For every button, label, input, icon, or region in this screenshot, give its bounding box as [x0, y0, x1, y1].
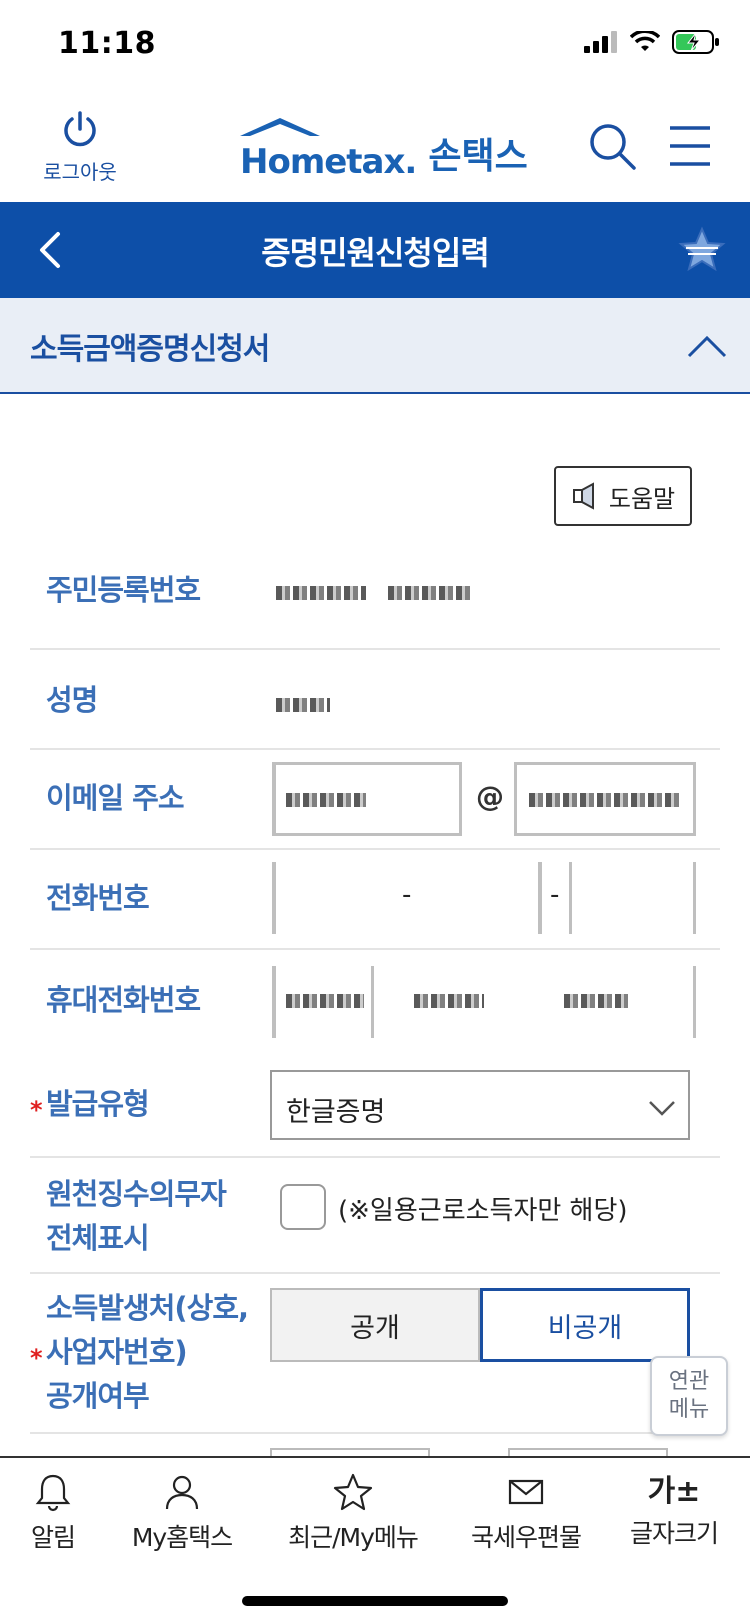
email-at-sign: @	[476, 780, 504, 813]
resident-number-value	[276, 578, 470, 606]
bottom-nav: 알림 My홈택스 최근/My메뉴 국세우편물 가± 글자크기	[0, 1456, 750, 1624]
label-withholding-2: 전체표시	[46, 1221, 150, 1255]
mobile-prefix-input[interactable]	[272, 966, 374, 1038]
required-mark: *	[30, 1344, 43, 1372]
bell-icon	[35, 1474, 71, 1512]
section-header[interactable]: 소득금액증명신청서	[0, 298, 750, 394]
label-email: 이메일 주소	[46, 781, 184, 815]
related-menu-line2: 메뉴	[668, 1397, 710, 1422]
nav-my-hometax-label: My홈택스	[131, 1523, 233, 1552]
label-name: 성명	[46, 683, 98, 717]
disclosure-private-button[interactable]: 비공개	[480, 1288, 690, 1362]
nav-recent-my-menu[interactable]: 최근/My메뉴	[282, 1472, 424, 1554]
home-indicator	[242, 1596, 508, 1606]
status-bar: 11:18	[0, 0, 750, 92]
withholding-note[interactable]: (※일용근로소득자만 해당)	[338, 1190, 628, 1227]
logo-ko-text: 손택스	[428, 136, 528, 177]
label-mobile: 휴대전화번호	[46, 983, 201, 1017]
row-resident-number: 주민등록번호	[30, 548, 720, 650]
nav-tax-mail[interactable]: 국세우편물	[464, 1472, 588, 1554]
logo-text: Hometax.	[240, 142, 417, 182]
signal-icon	[584, 31, 617, 53]
label-withholding-1: 원천징수의무자	[46, 1177, 227, 1211]
favorite-button[interactable]	[678, 226, 726, 274]
status-icons	[584, 30, 720, 54]
mobile-last-input[interactable]	[534, 966, 696, 1038]
row-withholding: 원천징수의무자 전체표시 (※일용근로소득자만 해당)	[30, 1158, 720, 1274]
nav-alerts-label: 알림	[30, 1523, 76, 1552]
phone-last-input[interactable]	[572, 862, 696, 934]
house-roof-icon	[240, 118, 320, 136]
nav-font-size[interactable]: 가± 글자크기	[624, 1472, 724, 1550]
hamburger-icon	[670, 126, 710, 166]
battery-charging-icon	[672, 30, 719, 54]
nav-alerts[interactable]: 알림	[18, 1472, 88, 1554]
search-button[interactable]	[588, 122, 638, 172]
search-icon	[590, 124, 636, 170]
help-button[interactable]: 도움말	[554, 466, 692, 526]
email-domain-input[interactable]	[514, 762, 696, 836]
logout-button[interactable]: 로그아웃	[30, 110, 130, 185]
certificate-form: 주민등록번호 성명 이메일 주소 @ 전화번호 - - 휴대전화번호 * 발급유…	[30, 548, 720, 1478]
row-issue-type: * 발급유형 한글증명	[30, 1060, 720, 1158]
label-resident-number: 주민등록번호	[46, 573, 201, 607]
row-mobile: 휴대전화번호	[30, 950, 720, 1060]
collapse-button[interactable]	[686, 324, 728, 368]
label-disclosure-3: 공개여부	[46, 1379, 150, 1413]
label-disclosure-1: 소득발생처(상호,	[46, 1291, 249, 1325]
title-bar: 증명민원신청입력	[0, 202, 750, 298]
label-phone: 전화번호	[46, 881, 150, 915]
phone-dash-2: -	[550, 880, 560, 910]
phone-area-input[interactable]: -	[272, 862, 538, 934]
help-label: 도움말	[608, 484, 676, 513]
withholding-checkbox[interactable]	[280, 1184, 326, 1230]
label-issue-type: 발급유형	[46, 1087, 150, 1121]
chevron-down-icon	[649, 1101, 675, 1116]
star-icon	[678, 226, 726, 272]
mail-icon	[508, 1479, 544, 1505]
power-icon	[64, 111, 96, 147]
app-header: 로그아웃 Hometax. 손택스	[0, 92, 750, 202]
row-email: 이메일 주소 @	[30, 750, 720, 850]
disclosure-public-button[interactable]: 공개	[270, 1288, 480, 1362]
related-menu-button[interactable]: 연관 메뉴	[650, 1356, 728, 1436]
row-disclosure: 소득발생처(상호, * 사업자번호) 공개여부 공개 비공개	[30, 1274, 720, 1434]
logout-label: 로그아웃	[43, 160, 117, 184]
name-value	[276, 690, 330, 718]
mobile-middle-input[interactable]	[374, 966, 534, 1038]
chevron-up-icon	[687, 335, 727, 358]
section-title: 소득금액증명신청서	[30, 332, 270, 367]
status-time: 11:18	[58, 26, 156, 61]
label-disclosure-2: 사업자번호)	[46, 1335, 188, 1369]
menu-button[interactable]	[668, 124, 712, 168]
issue-type-select[interactable]: 한글증명	[270, 1070, 690, 1140]
nav-tax-mail-label: 국세우편물	[470, 1523, 582, 1552]
nav-recent-my-menu-label: 최근/My메뉴	[288, 1523, 419, 1552]
font-size-icon: 가±	[647, 1474, 701, 1509]
related-menu-line1: 연관	[668, 1369, 710, 1394]
page-title: 증명민원신청입력	[261, 234, 490, 272]
email-local-input[interactable]	[272, 762, 462, 836]
nav-font-size-label: 글자크기	[629, 1519, 719, 1548]
star-outline-icon	[333, 1473, 373, 1511]
issue-type-selected: 한글증명	[286, 1097, 386, 1128]
row-name: 성명	[30, 650, 720, 750]
required-mark: *	[30, 1096, 43, 1124]
speaker-icon	[572, 482, 594, 510]
phone-dash-1: -	[402, 880, 412, 910]
person-icon	[165, 1475, 199, 1510]
phone-middle-input[interactable]: -	[538, 862, 572, 934]
row-phone: 전화번호 - -	[30, 850, 720, 950]
hometax-logo[interactable]: Hometax. 손택스	[240, 116, 528, 186]
nav-my-hometax[interactable]: My홈택스	[124, 1472, 240, 1554]
wifi-icon	[630, 31, 660, 51]
